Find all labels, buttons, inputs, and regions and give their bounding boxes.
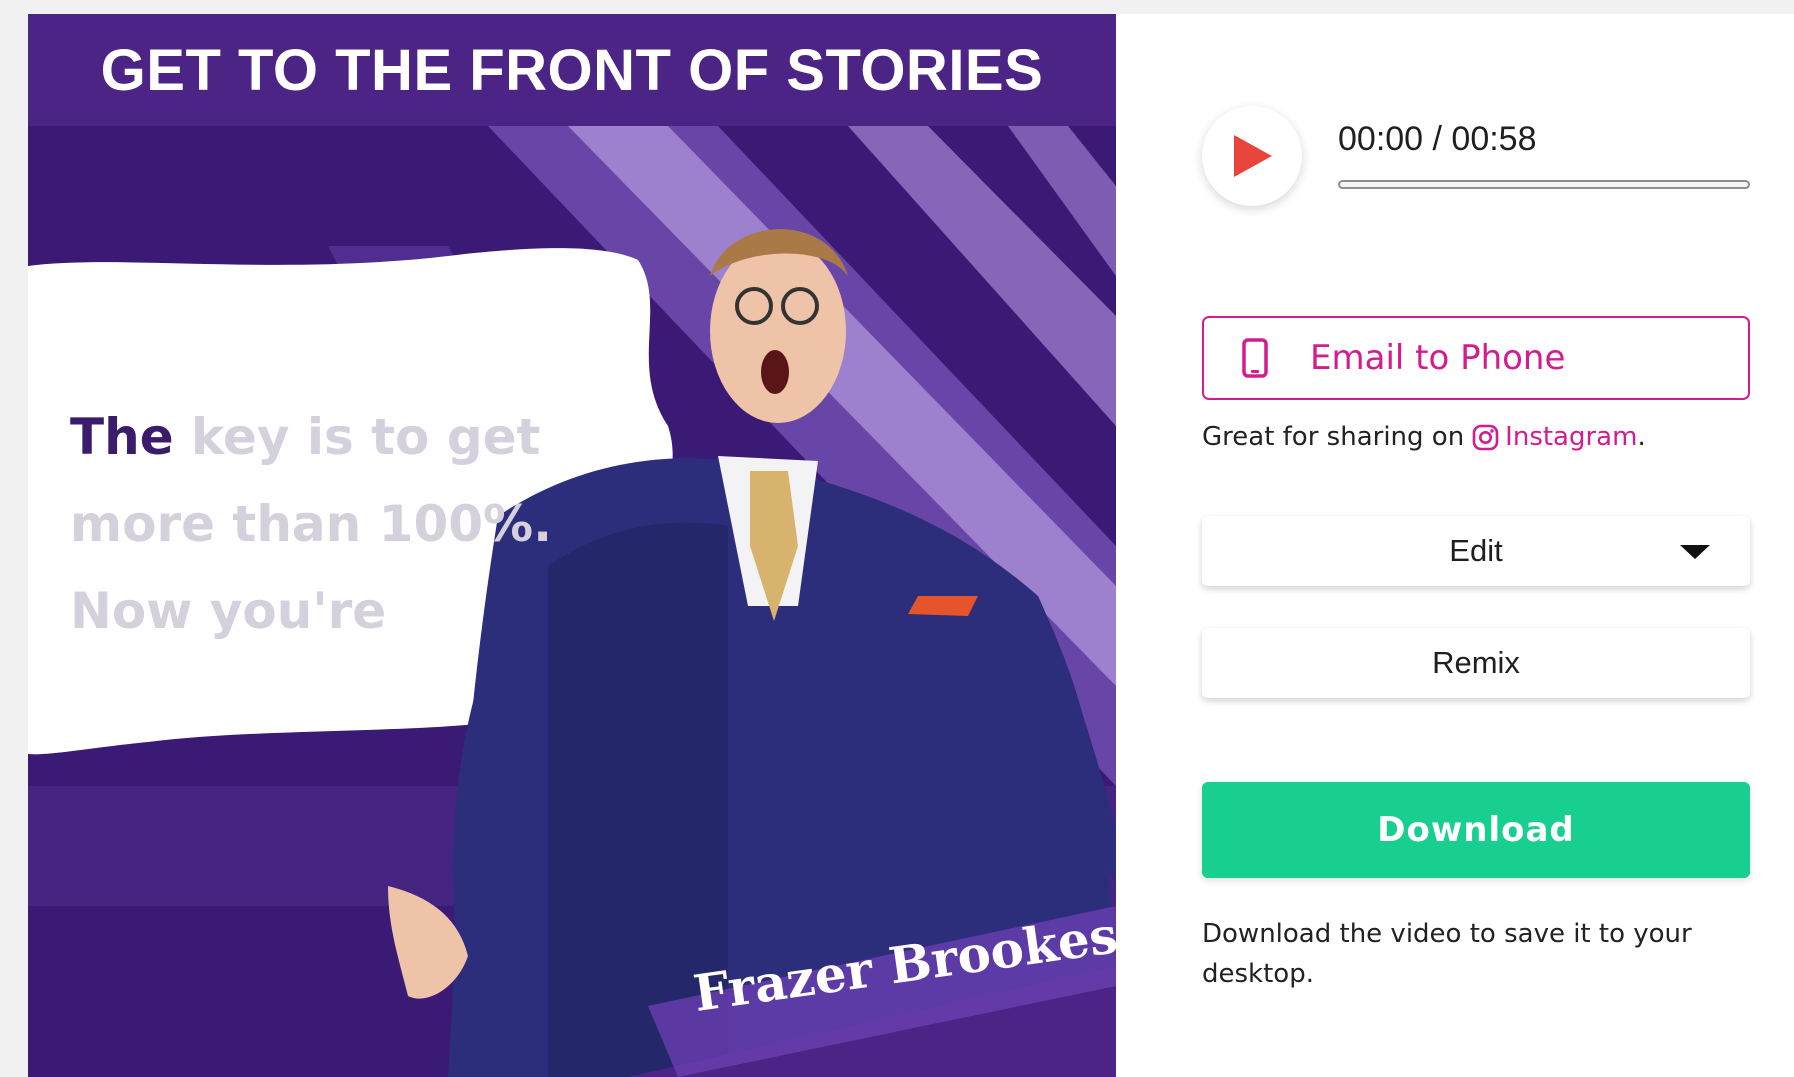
actions-panel: 00:00 / 00:58 Email to Phone Great for s… [1202,14,1762,1077]
preview-title: GET TO THE FRONT OF STORIES [100,37,1044,103]
email-to-phone-button[interactable]: Email to Phone [1202,316,1750,400]
edit-label: Edit [1449,533,1503,568]
edit-dropdown-button[interactable]: Edit [1202,516,1750,586]
remix-label: Remix [1432,645,1520,680]
preview-header: GET TO THE FRONT OF STORIES [28,14,1116,126]
play-button[interactable] [1202,106,1302,206]
instagram-link[interactable]: Instagram [1505,422,1637,452]
caption-line-3: Now you're [70,582,387,640]
download-label: Download [1377,810,1575,850]
instagram-icon [1472,424,1499,450]
share-note-period: . [1637,422,1646,452]
download-button[interactable]: Download [1202,782,1750,878]
mouth [761,350,789,394]
caption-highlight: The [70,408,174,466]
caption-line-2: more than 100%. [70,495,553,553]
share-note-text: Great for sharing on [1202,422,1465,452]
caption-line-1: The key is to get [70,394,590,481]
play-icon [1234,135,1272,177]
share-note: Great for sharing on Instagram . [1202,422,1646,452]
time-readout: 00:00 / 00:58 [1338,120,1537,158]
progress-bar[interactable] [1338,180,1750,189]
caption-line-1-rest: key is to get [173,408,541,466]
video-preview[interactable]: GET TO THE FRONT OF STORIES The key is t… [28,14,1116,1077]
pocket-square [908,596,978,616]
caption-text: The key is to get more than 100%. Now yo… [70,394,590,655]
page: GET TO THE FRONT OF STORIES The key is t… [28,14,1794,1077]
head [710,239,846,423]
remix-button[interactable]: Remix [1202,628,1750,698]
caret-down-icon [1680,545,1710,559]
email-to-phone-label: Email to Phone [1310,338,1566,378]
phone-icon [1242,338,1268,378]
download-note: Download the video to save it to your de… [1202,919,1692,989]
